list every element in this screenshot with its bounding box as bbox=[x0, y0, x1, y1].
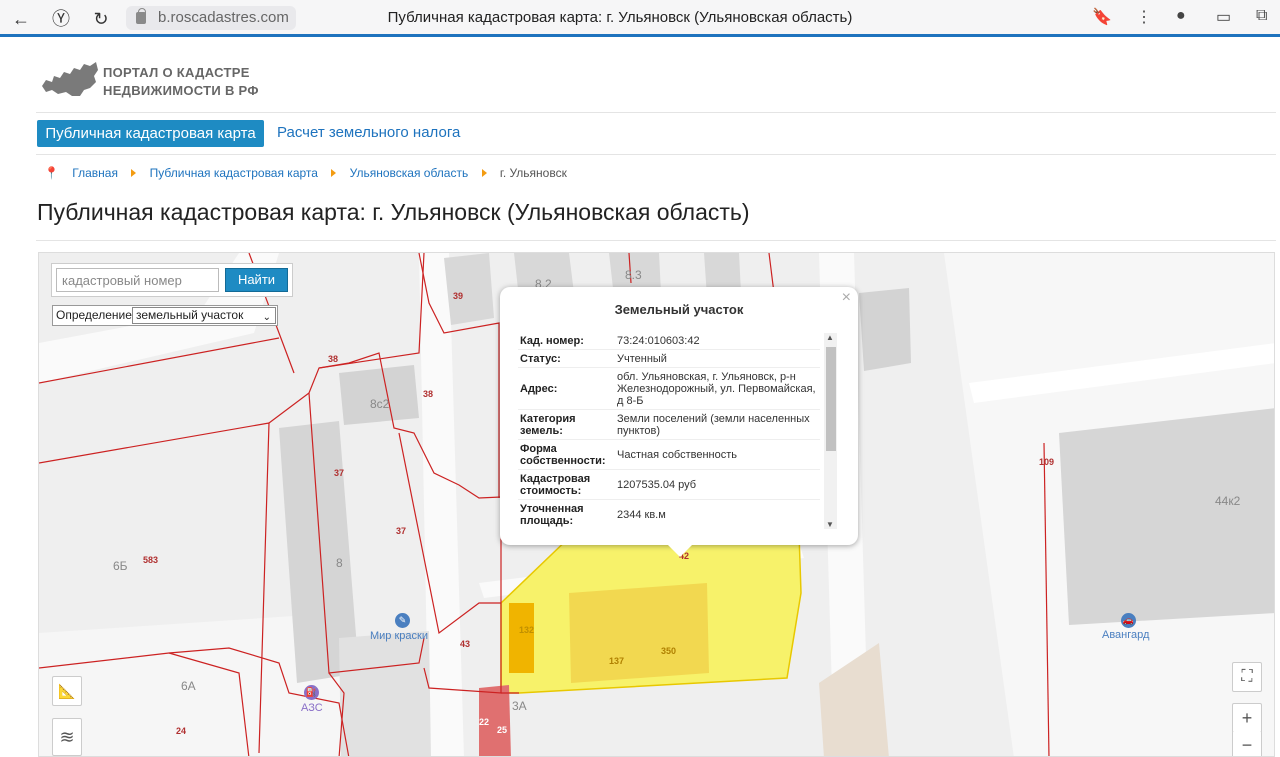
table-row: Статус: Учтенный bbox=[518, 350, 820, 368]
tab-public-cadastral-map[interactable]: Публичная кадастровая карта bbox=[37, 120, 264, 147]
zoom-in-button[interactable]: + bbox=[1232, 703, 1262, 733]
parcel-number: 38 bbox=[423, 389, 434, 399]
page-tab-title: Публичная кадастровая карта: г. Ульяновс… bbox=[387, 9, 853, 26]
map-label: 6Б bbox=[113, 559, 128, 573]
row-value: Земли поселений (земли населенных пункто… bbox=[617, 412, 810, 437]
extension-icon[interactable]: ● bbox=[1176, 7, 1186, 25]
parcel-number: 39 bbox=[453, 291, 464, 301]
fullscreen-icon[interactable]: ⛶ bbox=[1232, 662, 1262, 692]
row-key: Кад. номер: bbox=[520, 334, 584, 347]
russia-map-logo-icon bbox=[42, 62, 98, 96]
divider bbox=[36, 240, 1276, 241]
lock-icon bbox=[136, 8, 146, 24]
scroll-up-icon[interactable]: ▲ bbox=[826, 333, 834, 342]
divider bbox=[36, 154, 1276, 155]
parcel-info-table: Кад. номер: 73:24:010603:42 Статус: Учте… bbox=[518, 332, 820, 528]
parcel-number: 37 bbox=[334, 468, 345, 478]
map-label: 8 bbox=[336, 556, 343, 570]
map-label: 8.3 bbox=[625, 268, 642, 282]
parcel-number: 132 bbox=[519, 625, 535, 635]
table-row: Кадастровая стоимость: 1207535.04 руб bbox=[518, 470, 820, 500]
poi-label[interactable]: АЗС bbox=[301, 702, 323, 714]
car-icon[interactable]: 🚗 bbox=[1121, 613, 1136, 628]
row-key: Кадастровая стоимость: bbox=[520, 472, 591, 497]
table-row: Категория земель: Земли поселений (земли… bbox=[518, 410, 820, 440]
search-panel: Найти bbox=[51, 263, 293, 297]
row-key: Статус: bbox=[520, 352, 561, 365]
layers-icon[interactable]: ≋ bbox=[52, 718, 82, 756]
scroll-thumb[interactable] bbox=[826, 347, 836, 451]
row-key: Адрес: bbox=[520, 382, 558, 395]
battery-icon: ▭ bbox=[1216, 9, 1232, 26]
breadcrumb-arrow-icon bbox=[481, 168, 487, 177]
row-value: Учтенный bbox=[617, 352, 667, 365]
breadcrumb-arrow-icon bbox=[131, 168, 137, 177]
breadcrumb-map[interactable]: Публичная кадастровая карта bbox=[150, 166, 318, 180]
gas-station-icon[interactable]: ⛽ bbox=[304, 685, 319, 700]
shop-icon[interactable]: ✎ bbox=[395, 613, 410, 628]
row-value: 73:24:010603:42 bbox=[617, 334, 700, 347]
parcel-number: 350 bbox=[661, 646, 677, 656]
ruler-icon[interactable]: 📐 bbox=[52, 676, 82, 706]
downloads-icon[interactable]: ⧉ bbox=[1256, 7, 1267, 25]
parcel-number: 25 bbox=[497, 725, 508, 735]
parcel-number: 43 bbox=[460, 639, 471, 649]
parcel-number: 109 bbox=[1039, 457, 1055, 467]
row-value: 2344 кв.м bbox=[617, 508, 666, 521]
breadcrumb-current: г. Ульяновск bbox=[499, 165, 567, 180]
table-row: Форма собственности: Частная собственнос… bbox=[518, 440, 820, 470]
poi-label[interactable]: Мир краски bbox=[370, 630, 428, 642]
breadcrumb: 📍 Главная Публичная кадастровая карта Ул… bbox=[44, 165, 567, 180]
parcel-number: 24 bbox=[176, 726, 187, 736]
parcel-number: 22 bbox=[479, 717, 490, 727]
row-value: 1207535.04 руб bbox=[617, 478, 697, 491]
row-value: Частная собственность bbox=[617, 448, 738, 461]
table-row: Уточненная площадь: 2344 кв.м bbox=[518, 500, 820, 528]
row-value: обл. Ульяновская, г. Ульяновск, р-н Желе… bbox=[617, 370, 816, 407]
map-label: 44к2 bbox=[1215, 494, 1241, 508]
browser-toolbar: ← Ⓨ ↻ b.roscadastres.com Публичная кадас… bbox=[0, 0, 1280, 37]
parcel-number: 583 bbox=[143, 555, 159, 565]
definition-panel: Определение: земельный участок ⌄ bbox=[52, 305, 278, 326]
back-icon[interactable]: ← bbox=[10, 8, 32, 30]
parcel-number: 137 bbox=[609, 656, 625, 666]
cadastral-number-input[interactable] bbox=[56, 268, 219, 292]
row-key: Форма собственности: bbox=[520, 442, 606, 467]
map-label: 8с2 bbox=[370, 397, 390, 411]
map-label: 6А bbox=[181, 679, 196, 693]
find-button[interactable]: Найти bbox=[225, 268, 288, 292]
url-text: b.roscadastres.com bbox=[158, 9, 289, 26]
portal-logo-text[interactable]: ПОРТАЛ О КАДАСТРЕ НЕДВИЖИМОСТИ В РФ bbox=[103, 64, 259, 100]
map-label: 3А bbox=[512, 699, 527, 713]
parcel-number: 38 bbox=[328, 354, 339, 364]
parcel-number: 37 bbox=[396, 526, 407, 536]
chevron-down-icon: ⌄ bbox=[262, 312, 271, 323]
yandex-icon[interactable]: Ⓨ bbox=[50, 8, 72, 30]
breadcrumb-home[interactable]: Главная bbox=[72, 166, 118, 180]
divider bbox=[36, 112, 1276, 113]
bookmark-icon[interactable]: 🔖 bbox=[1092, 7, 1112, 27]
address-bar[interactable]: b.roscadastres.com bbox=[126, 6, 296, 30]
reload-icon[interactable]: ↻ bbox=[90, 8, 112, 30]
scroll-down-icon[interactable]: ▼ bbox=[826, 520, 834, 529]
breadcrumb-arrow-icon bbox=[331, 168, 337, 177]
menu-icon[interactable]: ⋮ bbox=[1136, 7, 1152, 27]
zoom-out-button[interactable]: − bbox=[1232, 731, 1262, 756]
poi-label[interactable]: Авангард bbox=[1102, 629, 1149, 641]
cadastral-map[interactable]: 8.2 8.3 8с2 8 6Б 6А 3А 44к2 39 38 38 37 … bbox=[38, 252, 1275, 757]
definition-select[interactable]: земельный участок ⌄ bbox=[132, 307, 276, 324]
breadcrumb-region[interactable]: Ульяновская область bbox=[350, 166, 469, 180]
page-title: Публичная кадастровая карта: г. Ульяновс… bbox=[37, 199, 750, 225]
location-pin-icon: 📍 bbox=[44, 165, 59, 180]
table-row: Адрес: обл. Ульяновская, г. Ульяновск, р… bbox=[518, 368, 820, 410]
row-key: Уточненная площадь: bbox=[520, 502, 584, 527]
definition-label: Определение: bbox=[56, 308, 136, 322]
popup-title: Земельный участок bbox=[614, 302, 744, 317]
tab-land-tax[interactable]: Расчет земельного налога bbox=[277, 124, 460, 141]
row-key: Категория земель: bbox=[520, 412, 576, 437]
popup-scrollbar[interactable]: ▲ ▼ bbox=[824, 333, 837, 529]
table-row: Кад. номер: 73:24:010603:42 bbox=[518, 332, 820, 350]
parcel-info-popup: × Земельный участок Кад. номер: 73:24:01… bbox=[500, 287, 858, 557]
